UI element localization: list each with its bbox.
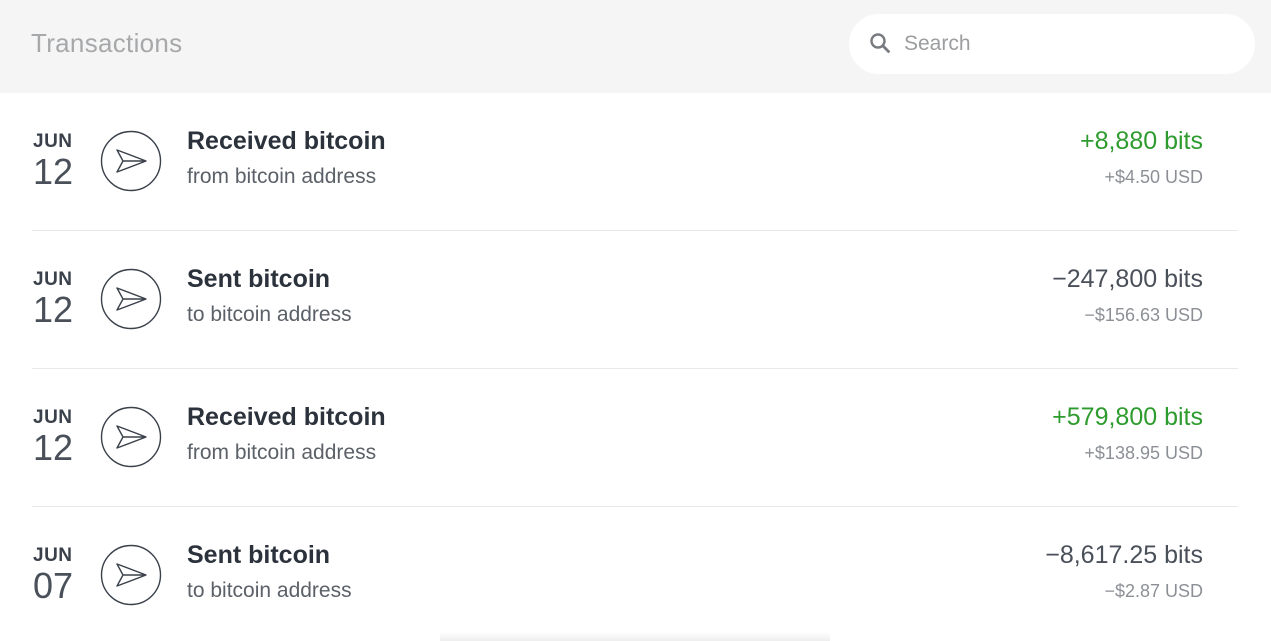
transaction-title: Received bitcoin: [187, 127, 386, 155]
transaction-amount: +579,800 bits: [1052, 403, 1203, 431]
transaction-subtitle: to bitcoin address: [187, 303, 352, 326]
transaction-list: JUN 12 Received bitcoin from bitcoin add…: [0, 93, 1271, 641]
transaction-date: JUN 12: [33, 269, 93, 329]
send-icon: [100, 544, 162, 606]
transaction-fiat-amount: −$2.87 USD: [1104, 581, 1203, 601]
transaction-amount: +8,880 bits: [1079, 127, 1203, 155]
transaction-row[interactable]: JUN 12 Sent bitcoin to bitcoin address −…: [0, 231, 1271, 369]
transaction-title: Received bitcoin: [187, 403, 386, 431]
transaction-date: JUN 12: [33, 407, 93, 467]
transaction-month: JUN: [33, 131, 73, 152]
transaction-amount: −247,800 bits: [1052, 265, 1203, 293]
send-icon: [100, 406, 162, 468]
header: Transactions: [0, 0, 1271, 93]
transaction-row[interactable]: JUN 12 Received bitcoin from bitcoin add…: [0, 93, 1271, 231]
transaction-date: JUN 07: [33, 545, 93, 605]
transaction-amount: −8,617.25 bits: [1045, 541, 1203, 569]
transaction-subtitle: from bitcoin address: [187, 441, 377, 464]
transaction-month: JUN: [33, 545, 73, 566]
send-icon: [100, 130, 162, 192]
transaction-fiat-amount: +$138.95 USD: [1084, 443, 1203, 463]
page-title: Transactions: [31, 28, 183, 58]
transaction-title: Sent bitcoin: [187, 265, 331, 293]
transaction-row[interactable]: JUN 12 Received bitcoin from bitcoin add…: [0, 369, 1271, 507]
search-box[interactable]: [849, 14, 1255, 74]
search-icon: [870, 33, 890, 53]
transaction-day: 12: [33, 427, 74, 468]
transaction-row[interactable]: JUN 07 Sent bitcoin to bitcoin address −…: [0, 507, 1271, 641]
transactions-screen: Transactions JUN 12 Received bitcoin fro…: [0, 0, 1271, 641]
transaction-date: JUN 12: [33, 131, 93, 191]
transaction-subtitle: from bitcoin address: [187, 165, 377, 188]
transaction-day: 12: [33, 289, 74, 330]
transaction-subtitle: to bitcoin address: [187, 579, 352, 602]
transaction-fiat-amount: −$156.63 USD: [1084, 305, 1203, 325]
transaction-month: JUN: [33, 269, 73, 290]
transaction-day: 12: [33, 151, 74, 192]
transaction-fiat-amount: +$4.50 USD: [1104, 167, 1203, 187]
transaction-month: JUN: [33, 407, 73, 428]
search-input[interactable]: [904, 26, 1234, 62]
send-icon: [100, 268, 162, 330]
transaction-title: Sent bitcoin: [187, 541, 331, 569]
transaction-day: 07: [33, 565, 74, 606]
scroll-fade: [440, 632, 830, 641]
